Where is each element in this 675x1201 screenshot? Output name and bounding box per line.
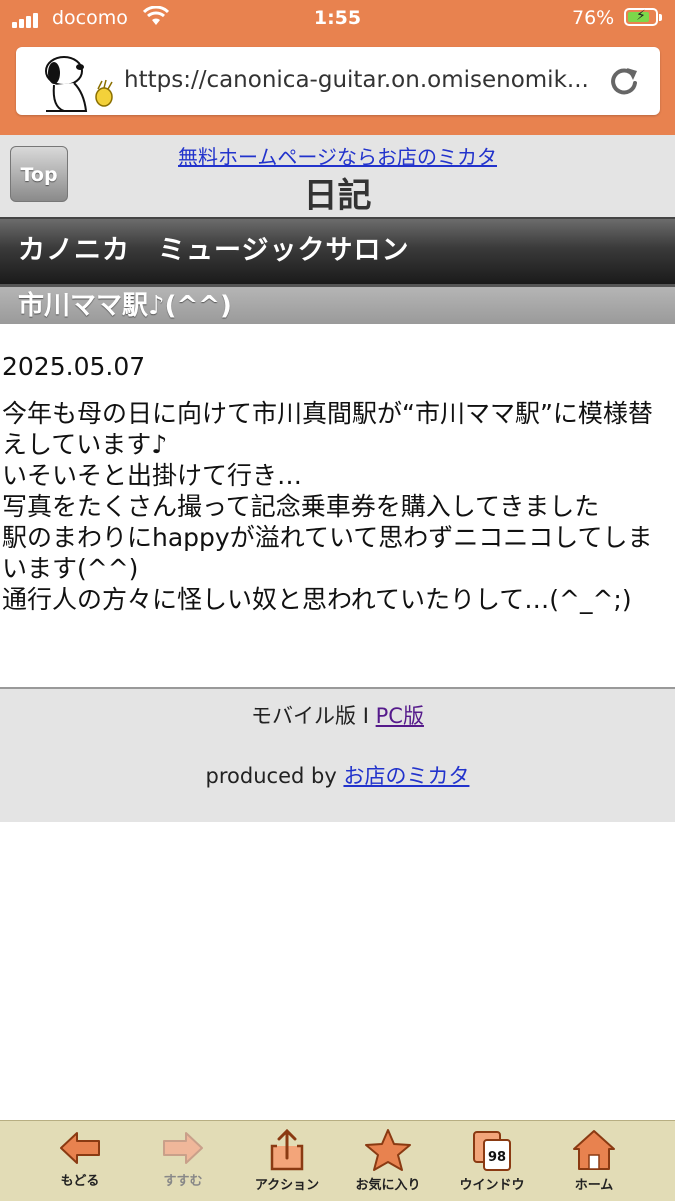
entry-title: 市川ママ駅♪(^^) (0, 284, 675, 324)
address-bar[interactable]: https://canonica-guitar.on.omisenomik... (16, 47, 660, 115)
window-count: 98 (488, 1150, 506, 1165)
entry-body: 今年も母の日に向けて市川真間駅が“市川ママ駅”に模様替えしています♪ いそいそと… (2, 399, 653, 614)
reload-icon[interactable] (606, 63, 642, 99)
home-button[interactable]: ホーム (544, 1122, 644, 1198)
status-bar: docomo 1:55 76% ⚡ (0, 0, 675, 38)
action-button[interactable]: アクション (237, 1122, 337, 1198)
back-button[interactable]: もどる (30, 1122, 130, 1198)
version-switcher: モバイル版 I PC版 (0, 700, 675, 730)
favorites-button[interactable]: お気に入り (338, 1122, 438, 1198)
windows-icon: 98 (473, 1131, 511, 1171)
shop-name: カノニカ ミュージックサロン (0, 217, 675, 284)
page-title: 日記 (303, 176, 372, 216)
produced-by-link[interactable]: お店のミカタ (343, 764, 469, 788)
battery-icon: ⚡ (624, 8, 662, 26)
back-arrow-icon (60, 1132, 100, 1164)
windows-button[interactable]: 98 ウインドウ (442, 1122, 542, 1198)
ad-link[interactable]: 無料ホームページならお店のミカタ (0, 141, 675, 170)
home-icon (573, 1130, 615, 1170)
produced-by-label: produced by (205, 764, 337, 788)
battery-percent: 76% (572, 7, 615, 29)
url-text[interactable]: https://canonica-guitar.on.omisenomik... (124, 67, 604, 93)
pc-version-link[interactable]: PC版 (376, 704, 424, 728)
produced-by: produced by お店のミカタ (0, 760, 675, 790)
forward-button[interactable]: すすむ (133, 1122, 233, 1198)
forward-arrow-icon (163, 1132, 203, 1164)
separator: I (362, 704, 369, 728)
snoopy-icon (45, 56, 113, 112)
star-icon (365, 1129, 411, 1171)
mobile-version-label: モバイル版 (251, 704, 357, 728)
share-icon (270, 1128, 304, 1171)
entry-date: 2025.05.07 (2, 352, 146, 381)
